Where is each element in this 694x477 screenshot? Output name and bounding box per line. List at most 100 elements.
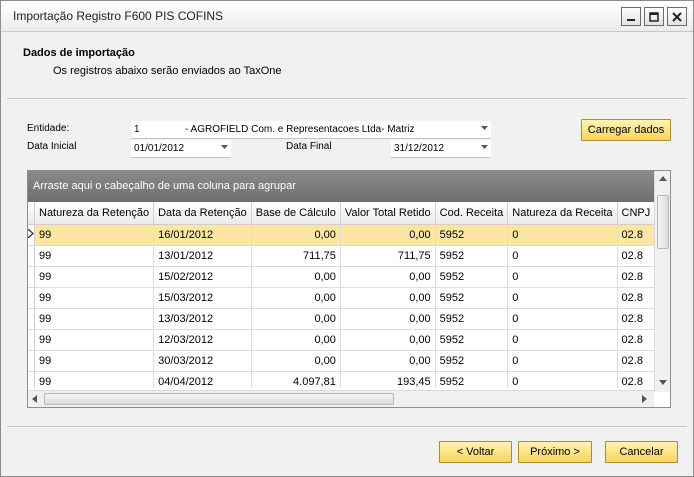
table-cell[interactable]: 0,00 xyxy=(340,287,436,309)
table-cell[interactable]: 99 xyxy=(34,266,155,288)
table-cell[interactable]: 99 xyxy=(34,245,155,267)
group-by-panel[interactable]: Arraste aqui o cabeçalho de uma coluna p… xyxy=(28,171,654,202)
column-header[interactable]: Valor Total Retido xyxy=(340,202,436,225)
table-cell[interactable]: 0,00 xyxy=(251,308,341,330)
table-cell[interactable]: 0,00 xyxy=(251,224,341,246)
table-cell[interactable]: 5952 xyxy=(435,245,509,267)
table-row[interactable]: 99 15/03/2012 0,00 0,00 5952 0 02.8 xyxy=(28,287,654,309)
horizontal-scroll-thumb[interactable] xyxy=(44,393,394,405)
table-cell[interactable]: 0 xyxy=(507,287,618,309)
table-row[interactable]: 99 13/03/2012 0,00 0,00 5952 0 02.8 xyxy=(28,308,654,330)
title-bar[interactable]: Importação Registro F600 PIS COFINS xyxy=(1,1,693,32)
table-cell[interactable]: 5952 xyxy=(435,308,509,330)
close-button[interactable] xyxy=(667,7,687,26)
table-cell[interactable]: 0 xyxy=(507,266,618,288)
data-final-field[interactable]: 31/12/2012 xyxy=(391,140,491,158)
table-cell[interactable]: 13/01/2012 xyxy=(153,245,252,267)
entidade-select[interactable]: 1 - AGROFIELD Com. e Representacoes Ltda… xyxy=(131,121,491,139)
table-cell[interactable]: 99 xyxy=(34,350,155,372)
table-cell[interactable]: 193,45 xyxy=(340,371,436,388)
header-row: Natureza da Retenção Data da Retenção Ba… xyxy=(28,202,654,225)
table-cell[interactable]: 99 xyxy=(34,308,155,330)
table-cell[interactable]: 0 xyxy=(507,224,618,246)
scroll-right-icon[interactable] xyxy=(642,395,647,403)
column-header[interactable]: Natureza da Retenção xyxy=(34,202,155,225)
table-cell[interactable]: 5952 xyxy=(435,329,509,351)
table-cell[interactable]: 711,75 xyxy=(340,245,436,267)
horizontal-scrollbar[interactable] xyxy=(28,390,654,407)
group-by-hint: Arraste aqui o cabeçalho de uma coluna p… xyxy=(33,180,296,192)
table-cell[interactable]: 5952 xyxy=(435,350,509,372)
table-cell[interactable]: 5952 xyxy=(435,371,509,388)
table-row[interactable]: 99 30/03/2012 0,00 0,00 5952 0 02.8 xyxy=(28,350,654,372)
scroll-up-icon[interactable] xyxy=(659,176,667,181)
table-cell[interactable]: 02.8 xyxy=(617,371,654,388)
table-cell[interactable]: 04/04/2012 xyxy=(153,371,252,388)
column-header[interactable]: Base de Cálculo xyxy=(251,202,341,225)
table-cell[interactable]: 0 xyxy=(507,245,618,267)
table-cell[interactable]: 0,00 xyxy=(251,287,341,309)
data-inicial-label: Data Inicial xyxy=(27,141,77,152)
table-cell[interactable]: 02.8 xyxy=(617,266,654,288)
table-cell[interactable]: 02.8 xyxy=(617,245,654,267)
table-cell[interactable]: 15/02/2012 xyxy=(153,266,252,288)
back-button[interactable]: < Voltar xyxy=(439,441,512,463)
table-row[interactable]: 99 04/04/2012 4.097,81 193,45 5952 0 02.8 xyxy=(28,371,654,388)
entidade-label: Entidade: xyxy=(27,123,70,134)
column-header[interactable]: Cod. Receita xyxy=(435,202,509,225)
footer-divider xyxy=(7,426,687,427)
table-cell[interactable]: 0,00 xyxy=(251,350,341,372)
table-cell[interactable]: 0 xyxy=(507,308,618,330)
table-cell[interactable]: 99 xyxy=(34,224,155,246)
table-cell[interactable]: 13/03/2012 xyxy=(153,308,252,330)
table-row[interactable]: 99 13/01/2012 711,75 711,75 5952 0 02.8 xyxy=(28,245,654,267)
table-cell[interactable]: 99 xyxy=(34,287,155,309)
minimize-button[interactable] xyxy=(621,7,641,26)
table-cell[interactable]: 0 xyxy=(507,350,618,372)
table-row[interactable]: 99 16/01/2012 0,00 0,00 5952 0 02.8 xyxy=(28,224,654,246)
table-row[interactable]: 99 12/03/2012 0,00 0,00 5952 0 02.8 xyxy=(28,329,654,351)
table-cell[interactable]: 02.8 xyxy=(617,287,654,309)
grid-body: 99 16/01/2012 0,00 0,00 5952 0 02.8 99 13/01/201… xyxy=(28,224,654,388)
cancel-button[interactable]: Cancelar xyxy=(605,441,678,463)
column-header[interactable]: CNPJ xyxy=(617,202,654,225)
table-cell[interactable]: 0,00 xyxy=(251,329,341,351)
column-header[interactable]: Natureza da Receita xyxy=(507,202,618,225)
scroll-left-icon[interactable] xyxy=(32,395,37,403)
table-cell[interactable]: 0 xyxy=(507,329,618,351)
table-cell[interactable]: 15/03/2012 xyxy=(153,287,252,309)
table-cell[interactable]: 02.8 xyxy=(617,329,654,351)
data-inicial-value: 01/01/2012 xyxy=(134,143,185,154)
vertical-scroll-thumb[interactable] xyxy=(657,195,669,249)
table-cell[interactable]: 02.8 xyxy=(617,224,654,246)
maximize-icon xyxy=(649,11,659,22)
table-cell[interactable]: 0,00 xyxy=(340,266,436,288)
table-cell[interactable]: 711,75 xyxy=(251,245,341,267)
table-cell[interactable]: 5952 xyxy=(435,224,509,246)
table-cell[interactable]: 16/01/2012 xyxy=(153,224,252,246)
table-row[interactable]: 99 15/02/2012 0,00 0,00 5952 0 02.8 xyxy=(28,266,654,288)
table-cell[interactable]: 30/03/2012 xyxy=(153,350,252,372)
table-cell[interactable]: 0,00 xyxy=(340,308,436,330)
data-inicial-field[interactable]: 01/01/2012 xyxy=(131,140,231,158)
table-cell[interactable]: 99 xyxy=(34,329,155,351)
table-cell[interactable]: 0 xyxy=(507,371,618,388)
table-cell[interactable]: 0,00 xyxy=(340,224,436,246)
table-cell[interactable]: 02.8 xyxy=(617,308,654,330)
table-cell[interactable]: 0,00 xyxy=(340,350,436,372)
scroll-down-icon[interactable] xyxy=(659,380,667,385)
table-cell[interactable]: 12/03/2012 xyxy=(153,329,252,351)
table-cell[interactable]: 99 xyxy=(34,371,155,388)
table-cell[interactable]: 5952 xyxy=(435,287,509,309)
table-cell[interactable]: 0,00 xyxy=(251,266,341,288)
close-icon xyxy=(672,11,682,22)
table-cell[interactable]: 5952 xyxy=(435,266,509,288)
table-cell[interactable]: 0,00 xyxy=(340,329,436,351)
next-button[interactable]: Próximo > xyxy=(518,441,592,463)
column-header[interactable]: Data da Retenção xyxy=(153,202,252,225)
table-cell[interactable]: 4.097,81 xyxy=(251,371,341,388)
maximize-button[interactable] xyxy=(644,7,664,26)
load-data-button[interactable]: Carregar dados xyxy=(581,119,671,141)
vertical-scrollbar[interactable] xyxy=(654,171,670,392)
table-cell[interactable]: 02.8 xyxy=(617,350,654,372)
